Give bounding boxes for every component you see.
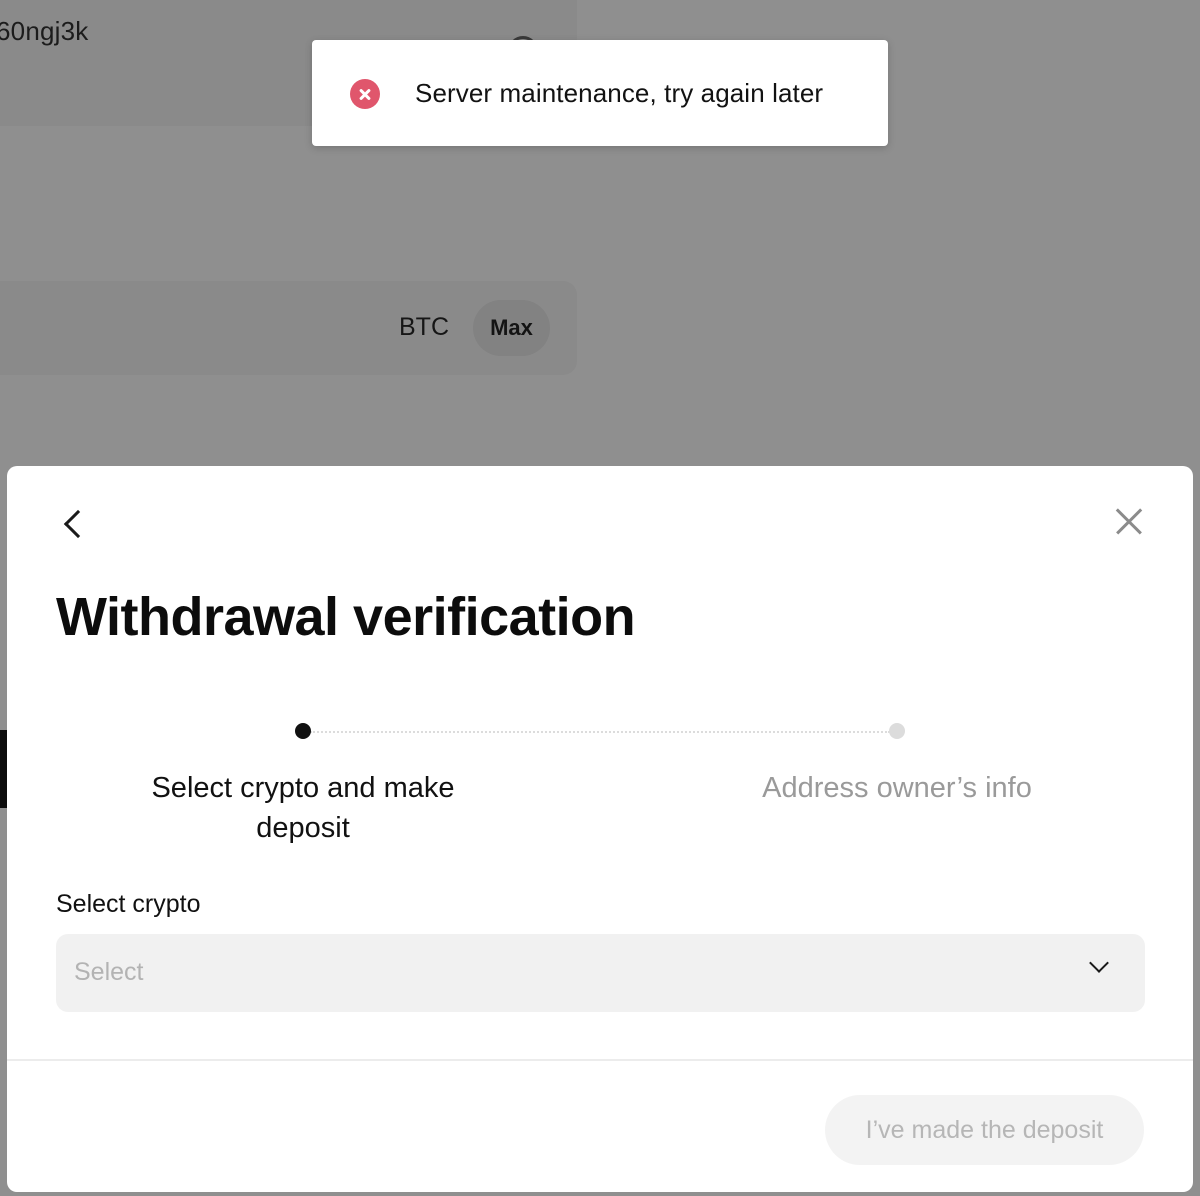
step-1-label: Select crypto and make deposit — [151, 772, 455, 844]
select-crypto-placeholder: Select — [74, 958, 144, 986]
modal-title: Withdrawal verification — [56, 587, 636, 647]
background-currency-label: BTC — [399, 313, 449, 341]
toast-message: Server maintenance, try again later — [415, 78, 824, 108]
stepper-connector — [310, 731, 890, 733]
made-deposit-button[interactable]: I’ve made the deposit — [825, 1095, 1144, 1165]
background-max-button: Max — [473, 300, 550, 356]
chevron-down-icon[interactable] — [1088, 953, 1110, 978]
close-button[interactable] — [1109, 502, 1149, 542]
background-address-text: 60ngj3k — [0, 16, 89, 46]
background-dark-strip — [0, 730, 7, 808]
footer-divider — [7, 1059, 1193, 1061]
step-2-label: Address owner’s info — [762, 772, 1032, 804]
select-crypto-label: Select crypto — [56, 890, 201, 918]
back-button[interactable] — [54, 500, 93, 542]
select-crypto-dropdown[interactable] — [56, 934, 1145, 1012]
chevron-left-icon — [63, 509, 93, 539]
error-circle-icon — [350, 79, 380, 109]
step-1-indicator — [295, 723, 311, 739]
step-2-indicator — [889, 723, 905, 739]
